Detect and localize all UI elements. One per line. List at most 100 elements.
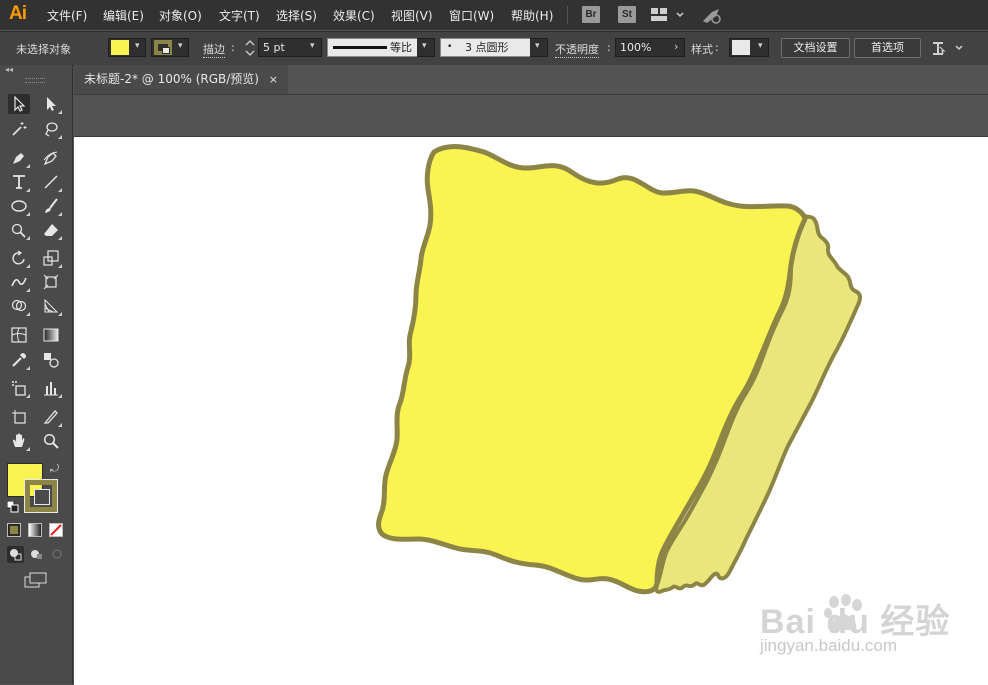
shape-builder-tool[interactable] xyxy=(8,296,30,316)
symbol-sprayer-tool[interactable] xyxy=(8,378,30,398)
stroke-weight-field[interactable]: 5 pt ▾ xyxy=(258,38,322,57)
brush-dot-icon: • xyxy=(447,42,453,52)
gpu-performance-button[interactable] xyxy=(700,6,724,27)
zoom-tool[interactable] xyxy=(40,431,62,451)
menu-edit[interactable]: 编辑(E) xyxy=(103,7,144,24)
bridge-button[interactable]: Br xyxy=(582,6,600,23)
draw-normal-icon xyxy=(10,549,22,561)
magic-wand-tool[interactable] xyxy=(8,119,30,139)
preferences-button[interactable]: 首选项 xyxy=(854,38,921,58)
chevron-down-icon: ▾ xyxy=(758,41,763,51)
line-segment-tool[interactable] xyxy=(40,172,62,192)
selection-arrow-icon xyxy=(14,96,26,112)
paw-logo-icon xyxy=(824,594,862,630)
slice-tool[interactable] xyxy=(40,407,62,427)
width-icon xyxy=(11,277,27,287)
pen-tool[interactable] xyxy=(8,148,30,168)
stroke-profile-preview xyxy=(333,46,387,49)
mesh-tool[interactable] xyxy=(8,325,30,345)
change-screen-mode-button[interactable] xyxy=(24,572,48,591)
eyedropper-tool[interactable] xyxy=(8,350,30,370)
rocket-icon xyxy=(703,9,721,24)
chevron-down-icon: ▾ xyxy=(135,41,140,51)
hand-icon xyxy=(13,433,25,447)
stroke-label[interactable]: 描边 xyxy=(203,41,225,58)
document-tab[interactable]: 未标题-2* @ 100% (RGB/预览) × xyxy=(74,65,288,94)
artboard-tool[interactable] xyxy=(8,407,30,427)
swap-fill-stroke-icon[interactable]: ⤾ xyxy=(50,462,59,476)
align-options-icon xyxy=(933,42,963,55)
lasso-tool[interactable] xyxy=(40,119,62,139)
menu-window[interactable]: 窗口(W) xyxy=(449,7,494,24)
gradient-mode-button[interactable] xyxy=(28,523,42,537)
menu-object[interactable]: 对象(O) xyxy=(159,7,202,24)
scale-tool[interactable] xyxy=(40,248,62,268)
chevron-right-icon: › xyxy=(674,40,679,53)
opacity-field[interactable]: 100% › xyxy=(615,38,685,57)
workspace-layout-button[interactable] xyxy=(651,7,685,26)
selection-status: 未选择对象 xyxy=(16,43,71,56)
gradient-icon xyxy=(43,328,59,342)
direct-selection-tool[interactable] xyxy=(40,94,62,114)
stroke-color-swatch[interactable] xyxy=(24,479,58,513)
magnifier-icon xyxy=(43,433,59,449)
paintbrush-tool[interactable] xyxy=(40,196,62,216)
graphic-style-dropdown[interactable]: ▾ xyxy=(729,38,769,57)
paintbrush-icon xyxy=(45,198,58,213)
draw-normal-button[interactable] xyxy=(7,546,24,563)
type-t-icon xyxy=(13,175,25,189)
type-tool[interactable] xyxy=(8,172,30,192)
free-transform-tool[interactable] xyxy=(40,272,62,292)
blend-tool[interactable] xyxy=(40,350,62,370)
menu-divider xyxy=(567,6,568,24)
opacity-value: 100% xyxy=(620,41,652,54)
menu-file[interactable]: 文件(F) xyxy=(47,7,87,24)
column-graph-tool[interactable] xyxy=(40,378,62,398)
artboard[interactable]: Bai du 经验 jingyan.baidu.com xyxy=(74,136,988,685)
stroke-swatch-dropdown[interactable]: ▾ xyxy=(151,38,189,57)
draw-behind-button[interactable] xyxy=(28,546,45,563)
fill-swatch-dropdown[interactable]: ▾ xyxy=(108,38,146,57)
ellipse-tool[interactable] xyxy=(8,196,30,216)
profile-dropdown-toggle[interactable]: ▾ xyxy=(417,38,435,57)
width-tool[interactable] xyxy=(8,272,30,292)
eraser-tool[interactable] xyxy=(40,220,62,240)
none-mode-button[interactable] xyxy=(49,523,63,537)
gradient-tool[interactable] xyxy=(40,325,62,345)
collapse-panel-icon[interactable]: ◂◂ xyxy=(5,65,13,74)
stroke-weight-stepper[interactable] xyxy=(244,38,256,58)
chevron-down-icon: ▾ xyxy=(310,41,315,51)
menu-effect[interactable]: 效果(C) xyxy=(333,7,375,24)
menu-type[interactable]: 文字(T) xyxy=(219,7,260,24)
menu-select[interactable]: 选择(S) xyxy=(276,7,317,24)
default-fill-stroke-icon[interactable] xyxy=(6,500,19,516)
shaper-tool[interactable] xyxy=(8,220,30,240)
perspective-grid-tool[interactable] xyxy=(40,296,62,316)
direct-selection-arrow-icon xyxy=(47,97,56,111)
layout-grid-icon xyxy=(651,8,684,21)
app-logo: Ai xyxy=(9,3,27,24)
draw-inside-button[interactable] xyxy=(49,546,66,563)
color-mode-button[interactable] xyxy=(7,523,21,537)
document-setup-button[interactable]: 文档设置 xyxy=(781,38,850,58)
line-segment-icon xyxy=(44,175,58,189)
menu-bar: Ai 文件(F) 编辑(E) 对象(O) 文字(T) 选择(S) 效果(C) 视… xyxy=(0,0,988,30)
chevron-down-icon: ▾ xyxy=(178,41,183,51)
document-tab-title: 未标题-2* @ 100% (RGB/预览) xyxy=(84,72,259,86)
panel-grip[interactable] xyxy=(25,78,45,83)
watermark-url: jingyan.baidu.com xyxy=(760,636,898,655)
brush-dropdown-toggle[interactable]: ▾ xyxy=(530,38,548,57)
menu-view[interactable]: 视图(V) xyxy=(391,7,433,24)
selection-tool[interactable] xyxy=(8,94,30,114)
hand-tool[interactable] xyxy=(8,431,30,451)
close-tab-icon[interactable]: × xyxy=(269,65,278,94)
column-graph-icon xyxy=(44,382,58,396)
curvature-tool[interactable] xyxy=(40,148,62,168)
rotate-tool[interactable] xyxy=(8,248,30,268)
opacity-label[interactable]: 不透明度 xyxy=(555,41,599,58)
arrange-documents-button[interactable] xyxy=(930,39,966,60)
menu-help[interactable]: 帮助(H) xyxy=(511,7,553,24)
stroke-swatch xyxy=(154,40,172,55)
fill-swatch xyxy=(111,40,129,55)
stock-button[interactable]: St xyxy=(618,6,636,23)
